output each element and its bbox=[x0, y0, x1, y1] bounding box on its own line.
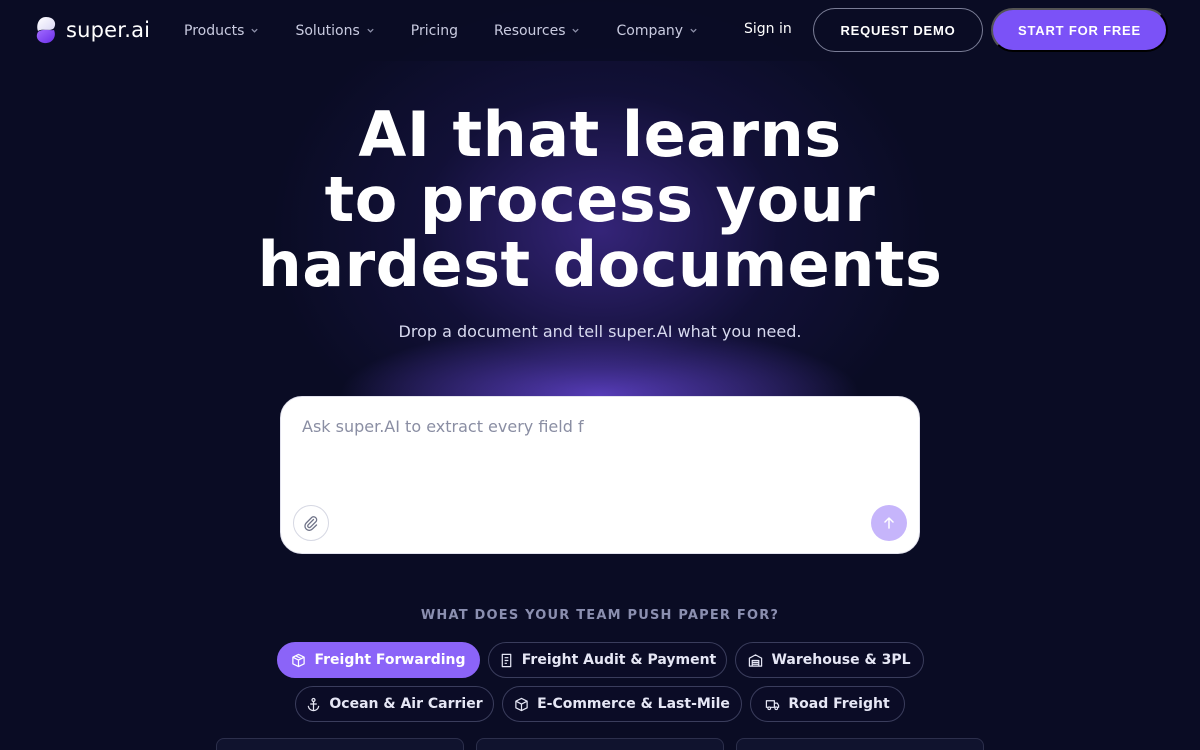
categories-heading: WHAT DOES YOUR TEAM PUSH PAPER FOR? bbox=[420, 608, 780, 623]
nav-item-label: Solutions bbox=[295, 22, 360, 39]
package-icon bbox=[292, 653, 306, 667]
logo[interactable]: super.ai bbox=[32, 15, 150, 45]
chip-label: Ocean & Air Carrier bbox=[329, 696, 483, 712]
chip-road-freight[interactable]: Road Freight bbox=[750, 686, 905, 722]
hero-title-line: to process your bbox=[324, 163, 876, 236]
warehouse-icon bbox=[749, 653, 763, 667]
chip-label: Freight Forwarding bbox=[314, 652, 466, 668]
hero-subtitle: Drop a document and tell super.AI what y… bbox=[398, 322, 802, 341]
arrow-up-icon bbox=[884, 517, 894, 529]
receipt-icon bbox=[501, 653, 512, 667]
nav-item-solutions[interactable]: Solutions bbox=[295, 23, 374, 39]
chip-label: Warehouse & 3PL bbox=[771, 652, 911, 668]
sign-in-link[interactable]: Sign in bbox=[744, 21, 792, 37]
nav-item-products[interactable]: Products bbox=[184, 23, 259, 39]
chip-label: Freight Audit & Payment bbox=[521, 652, 717, 668]
truck-icon bbox=[766, 699, 780, 710]
chip-warehouse-3pl[interactable]: Warehouse & 3PL bbox=[735, 642, 924, 678]
prompt-box[interactable]: Ask super.AI to extract every field f bbox=[280, 396, 920, 554]
chip-ocean-air-carrier[interactable]: Ocean & Air Carrier bbox=[295, 686, 494, 722]
logo-text: super.ai bbox=[66, 18, 151, 42]
chip-label: Road Freight bbox=[788, 696, 890, 712]
industry-card[interactable] bbox=[736, 738, 984, 750]
super-ai-logo-icon bbox=[36, 17, 56, 44]
top-navigation: super.ai Products Solutions Pricing Reso… bbox=[0, 0, 1200, 61]
chip-freight-audit-payment[interactable]: Freight Audit & Payment bbox=[488, 642, 727, 678]
send-button[interactable] bbox=[871, 505, 907, 541]
chip-ecommerce-last-mile[interactable]: E-Commerce & Last-Mile bbox=[502, 686, 742, 722]
industry-card[interactable] bbox=[216, 738, 464, 750]
anchor-icon bbox=[308, 697, 320, 711]
hero-title-line: hardest documents bbox=[257, 228, 943, 301]
paperclip-icon bbox=[304, 516, 318, 531]
chevron-down-icon bbox=[367, 28, 374, 33]
chip-freight-forwarding[interactable]: Freight Forwarding bbox=[277, 642, 480, 678]
nav-item-label: Products bbox=[184, 22, 245, 39]
chevron-down-icon bbox=[572, 28, 580, 33]
nav-item-company[interactable]: Company bbox=[616, 23, 698, 39]
chip-label: E-Commerce & Last-Mile bbox=[537, 696, 730, 712]
industry-card[interactable] bbox=[476, 738, 724, 750]
chevron-down-icon bbox=[690, 28, 697, 33]
nav-item-label: Company bbox=[616, 22, 684, 39]
nav-item-label: Resources bbox=[493, 22, 566, 39]
chevron-down-icon bbox=[251, 28, 259, 33]
nav-item-label: Pricing bbox=[410, 22, 458, 39]
request-demo-button[interactable]: REQUEST DEMO bbox=[813, 8, 983, 52]
box-icon bbox=[515, 697, 528, 711]
main-menu: Products Solutions Pricing Resources Com… bbox=[184, 0, 734, 61]
nav-item-resources[interactable]: Resources bbox=[494, 23, 581, 39]
nav-item-pricing[interactable]: Pricing bbox=[411, 23, 458, 39]
hero-title: AI that learns to process your hardest d… bbox=[150, 102, 1050, 297]
start-for-free-button[interactable]: START FOR FREE bbox=[991, 8, 1168, 52]
prompt-input[interactable]: Ask super.AI to extract every field f bbox=[302, 417, 584, 436]
attach-file-button[interactable] bbox=[293, 505, 329, 541]
hero-title-line: AI that learns bbox=[358, 98, 842, 171]
